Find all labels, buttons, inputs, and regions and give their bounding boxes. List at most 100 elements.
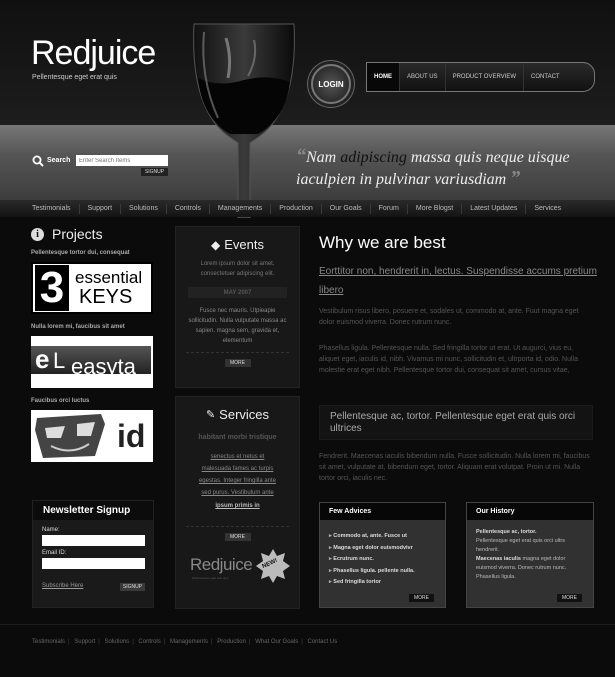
wrench-icon: ✎ [205,409,216,421]
why-paragraph-1: Vestibulum risus libero, posuere et, sod… [319,308,579,326]
divider [186,352,289,353]
why-heading: Why we are best [319,233,446,252]
list-item[interactable]: Phasellus ligula. pellente nulla. [329,566,445,578]
login-label: LOGIN [318,79,344,89]
newsletter-title: Newsletter Signup [33,501,153,520]
history-text-1: Pellentesque eget erat quis orci ultrs h… [476,538,565,553]
nav-about[interactable]: ABOUT US [400,63,446,91]
footer-link-testimonials[interactable]: Testimonials [32,639,65,645]
events-heading: ◆ Events [176,237,299,252]
email-label: Email ID: [42,550,67,556]
services-box: ✎ Services habitant morbi tristique sene… [175,396,300,609]
login-badge[interactable]: LOGIN [311,64,351,104]
subnav-our-goals[interactable]: Our Goals [322,203,371,214]
nav-product-overview[interactable]: PRODUCT OVERVIEW [446,63,525,91]
list-item[interactable]: Commodo at, ante. Fusce ut [329,531,445,543]
nav-contact[interactable]: CONTACT [524,63,567,91]
footer-links: Testimonials | Support | Solutions | Contro… [32,639,338,645]
service-link-bold[interactable]: ipsum primis in [176,500,299,512]
name-field[interactable] [42,535,145,546]
badge-brand: Redjuice [190,555,253,574]
advices-panel: Few Advices Commodo at, ante. Fusce ut M… [319,502,446,608]
logo-line2: KEYS [79,286,133,308]
events-text: Fusce nec mauris. Utpieapie sollicitudin… [188,308,287,344]
history-panel: Our History Pellentesque ac, tortor. Pel… [466,502,594,608]
footer-link-controls[interactable]: Controls [138,639,160,645]
project-caption: Pellentesque tortor dui, consequat [31,250,130,256]
subnav-support[interactable]: Support [80,203,122,214]
why-paragraph-3: Fendrerit. Maecenas iaculis bibendum nul… [319,453,590,482]
subscribe-link[interactable]: Subscribe Here [42,583,83,589]
footer-link-production[interactable]: Production [217,639,246,645]
subnav-controls[interactable]: Controls [167,203,210,214]
footer-link-solutions[interactable]: Solutions [105,639,130,645]
project-logo-id[interactable]: id [31,410,153,462]
advices-more-button[interactable]: MORE [409,594,434,602]
events-more-button[interactable]: MORE [224,359,251,367]
subnav-managements[interactable]: Managements [210,203,272,214]
newsletter-box: Newsletter Signup Name: Email ID: [32,500,154,608]
events-title: Events [224,237,264,252]
wine-glass-image [193,23,295,218]
events-box: ◆ Events Lorem ipsum dolor sit amet, con… [175,226,300,388]
footer-link-support[interactable]: Support [74,639,95,645]
nav-home[interactable]: HOME [367,63,400,91]
footer-link-managements[interactable]: Managements [170,639,208,645]
site-logo[interactable]: Redjuice [31,34,156,73]
search-signup-button[interactable]: SIGNUP [141,168,168,176]
newsletter-signup-button[interactable]: SIGNUP [120,583,145,591]
info-icon: i [31,227,44,241]
open-quote-icon: “ [296,145,306,167]
footer-link-goals[interactable]: What Our Goals [255,639,298,645]
close-quote-icon: ” [510,167,521,189]
email-field[interactable] [42,558,145,569]
footer-link-contact[interactable]: Contact Us [307,639,337,645]
subnav-more-blogst[interactable]: More Blogst [408,203,463,214]
subnav-solutions[interactable]: Solutions [121,203,167,214]
subnav-services[interactable]: Services [526,204,569,214]
quote-highlight: adipiscing [340,149,407,166]
service-link[interactable]: senectus et netus et [176,451,299,463]
diamond-icon: ◆ [211,237,221,252]
name-label: Name: [42,527,60,533]
secondary-nav: Testimonials Support Solutions Controls … [0,200,615,217]
logo-easyta-text: easyta [71,354,136,379]
events-date: MAY 2007 [188,287,287,298]
site-tagline: Pellentesque eget erat quis [32,74,117,81]
service-link[interactable]: egestas. Integer fringilla ante [176,475,299,487]
advices-title: Few Advices [320,503,445,520]
why-paragraph-2: Phasellus ligula. Pellentesque nulla. Se… [319,345,579,374]
list-item[interactable]: Magna eget dolor euismodvivr [329,543,445,555]
footer-divider [0,624,615,625]
search-label: Search [47,157,71,164]
subnav-testimonials[interactable]: Testimonials [24,203,80,214]
events-intro: Lorem ipsum dolor sit amet, consectetuer… [200,261,275,277]
hero-quote: “Nam adipiscing massa quis neque uisque … [296,146,606,190]
project-caption: Nulla lorem mi, faucibus sit amet [31,324,125,330]
why-link[interactable]: Eorttitor non, hendrerit in, lectus. Sus… [319,262,599,300]
project-logo-essential-keys[interactable]: 3 essential KEYS [31,262,153,314]
history-more-button[interactable]: MORE [557,594,582,602]
logo-letter-e: e [35,344,50,374]
subnav-latest-updates[interactable]: Latest Updates [462,203,527,214]
search-input[interactable] [76,155,168,166]
projects-title: Projects [52,226,103,242]
subnav-forum[interactable]: Forum [371,203,408,214]
logo-letter-l: L [53,348,66,373]
history-bold-2: Maecenas iaculis [476,556,521,562]
list-item[interactable]: Sed fringilla tortor [329,577,445,589]
logo-id-text: id [117,418,146,454]
subnav-production[interactable]: Production [271,203,322,214]
project-logo-easyta[interactable]: e L easyta [31,336,153,388]
badge-tagline: Pellentesque eget erat quis [192,576,229,580]
services-subtitle: habitant morbi tristique [198,434,277,441]
services-heading: ✎ Services [176,407,299,422]
service-link[interactable]: sed purus. Vestibulum ante [176,487,299,499]
services-more-button[interactable]: MORE [224,533,251,541]
logo-line1: essential [75,268,143,287]
projects-heading: i Projects [31,226,156,242]
history-title: Our History [467,503,593,520]
list-item[interactable]: Ecrutrum nunc. [329,554,445,566]
quote-part1: Nam [306,149,341,166]
service-link[interactable]: malesuada fames ac turpis [176,463,299,475]
